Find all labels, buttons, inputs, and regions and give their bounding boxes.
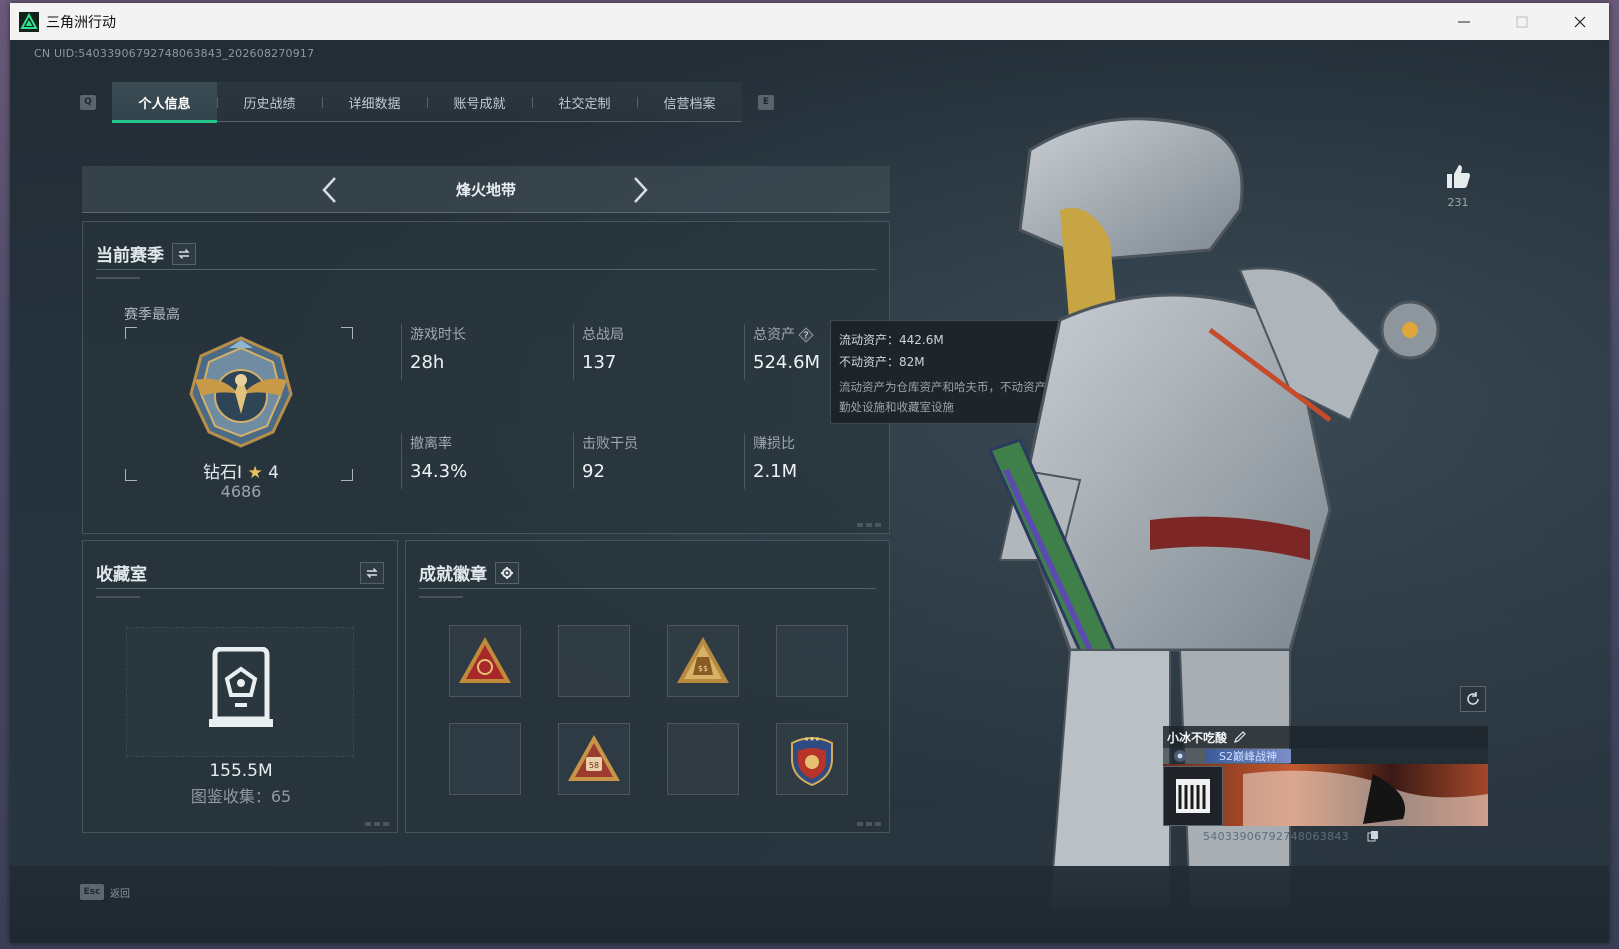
money-bag-triangle-icon: $$ (677, 637, 729, 683)
current-season-panel: 当前赛季 赛季最高 钻石I ★ 4 4686 游戏时长 28h 总战局 137 … (82, 221, 890, 534)
collection-title: 收藏室 (96, 565, 147, 585)
display-case-icon (209, 647, 273, 727)
title-emblem-icon (1174, 750, 1186, 762)
switch-season-button[interactable] (172, 242, 196, 265)
player-name-card[interactable]: 小冰不吃酸 S2巅峰战神 540339 (1163, 726, 1488, 846)
switch-collection-button[interactable] (360, 561, 384, 584)
svg-text:★★★: ★★★ (804, 736, 820, 743)
achievement-badges-panel: 成就徽章 $$ 58 ★★★ (405, 540, 890, 833)
achievements-title: 成就徽章 (419, 565, 487, 585)
minimize-icon (1458, 21, 1470, 22)
tab-achievements[interactable]: 账号成就 (427, 82, 532, 122)
bottom-bar: Esc 返回 (10, 866, 1609, 943)
frame-corner (341, 327, 353, 339)
maximize-button[interactable] (1493, 3, 1551, 40)
svg-text:?: ? (803, 331, 808, 342)
game-window: 三角洲行动 CN UID:540339067927480638​43_20260… (10, 3, 1609, 943)
frame-corner (125, 469, 137, 481)
badge-slot-empty[interactable] (449, 723, 521, 795)
red-triangle-emblem-icon (459, 637, 511, 683)
current-season-title: 当前赛季 (96, 246, 164, 266)
collection-count: 图鉴收集：65 (190, 787, 292, 806)
badge-slot[interactable] (449, 625, 521, 697)
decoration-line (96, 596, 140, 598)
tab-credit-file[interactable]: 信营档案 (637, 82, 742, 122)
title-bar: 三角洲行动 (10, 3, 1609, 40)
back-button[interactable]: Esc 返回 (80, 884, 130, 900)
badge-slot[interactable]: 58 (558, 723, 630, 795)
collection-panel: 收藏室 155.5M 图鉴收集：65 (82, 540, 398, 833)
rotate-model-button[interactable] (1460, 686, 1486, 712)
app-logo-icon (19, 11, 39, 32)
player-avatar[interactable] (1163, 766, 1223, 826)
close-button[interactable] (1551, 3, 1609, 40)
stat-operators-defeated: 击败干员 92 (573, 433, 713, 489)
help-question-icon[interactable]: ? (798, 327, 814, 343)
esc-key-hint: Esc (80, 884, 104, 900)
badge-settings-button[interactable] (495, 561, 519, 584)
badge-slot[interactable]: $$ (667, 625, 739, 697)
svg-text:58: 58 (589, 761, 599, 770)
tab-detailed-data[interactable]: 详细数据 (322, 82, 427, 122)
diamond-rank-badge-icon (189, 336, 293, 448)
mode-selector: 烽火地带 (82, 166, 890, 213)
window-title: 三角洲行动 (46, 14, 116, 31)
stat-profit-loss: 赚损比 2.1M (744, 433, 884, 489)
player-title: S2巅峰战神 (1205, 749, 1291, 763)
player-name: 小冰不吃酸 (1167, 730, 1228, 745)
badge-slot-empty[interactable] (776, 625, 848, 697)
frame-corner (125, 327, 137, 339)
copy-icon[interactable] (1367, 830, 1379, 842)
rank-name: 钻石I ★ 4 (203, 463, 279, 483)
decoration-line (419, 596, 463, 598)
decoration-dots (365, 822, 391, 826)
avatar-icon (1176, 779, 1210, 813)
rank-score: 4686 (220, 482, 262, 501)
next-tab-key-hint[interactable]: E (758, 94, 774, 110)
shield-eagle-emblem-icon: ★★★ (791, 736, 833, 787)
decoration-line (96, 277, 140, 279)
chevron-left-icon[interactable] (320, 176, 340, 204)
minimize-button[interactable] (1435, 3, 1493, 40)
badge-slot-empty[interactable] (558, 625, 630, 697)
edit-pencil-icon[interactable] (1233, 730, 1247, 744)
svg-text:$$: $$ (698, 664, 708, 673)
collection-value: 155.5M (209, 761, 273, 781)
back-label: 返回 (110, 888, 130, 900)
player-uid: 540339067927480638​43 (1203, 830, 1349, 843)
like-count: 231 (1447, 196, 1469, 209)
chevron-right-icon[interactable] (630, 176, 650, 204)
decoration-dots (857, 523, 883, 527)
tab-social[interactable]: 社交定制 (532, 82, 637, 122)
swap-icon (366, 567, 378, 578)
season-best-label: 赛季最高 (124, 307, 180, 323)
tab-navigation: Q 个人信息 历史战绩 详细数据 账号成就 社交定制 信营档案 E (80, 82, 774, 123)
stat-extraction-rate: 撤离率 34.3% (401, 433, 541, 489)
stat-total-matches: 总战局 137 (573, 324, 713, 380)
profile-screen: CN UID:540339067927480638​43_20260827091… (10, 40, 1609, 943)
tab-history[interactable]: 历史战绩 (217, 82, 322, 122)
prev-tab-key-hint[interactable]: Q (80, 94, 96, 110)
stat-play-time: 游戏时长 28h (401, 324, 541, 380)
refresh-icon (1467, 692, 1479, 705)
tab-personal-info[interactable]: 个人信息 (112, 82, 217, 123)
gear-icon (501, 566, 513, 579)
badge-slot[interactable]: ★★★ (776, 723, 848, 795)
frame-corner (341, 469, 353, 481)
maximize-icon (1516, 16, 1528, 27)
star-icon: ★ (247, 463, 263, 483)
mode-title: 烽火地带 (455, 180, 516, 199)
58-triangle-emblem-icon: 58 (568, 735, 620, 781)
thumbs-up-icon (1447, 165, 1470, 188)
decoration-dots (857, 822, 883, 826)
close-icon (1574, 16, 1586, 27)
swap-icon (178, 248, 190, 259)
badge-slot-empty[interactable] (667, 723, 739, 795)
like-widget[interactable]: 231 (1434, 162, 1482, 209)
uid-text: CN UID:540339067927480638​43_20260827091… (34, 47, 315, 60)
